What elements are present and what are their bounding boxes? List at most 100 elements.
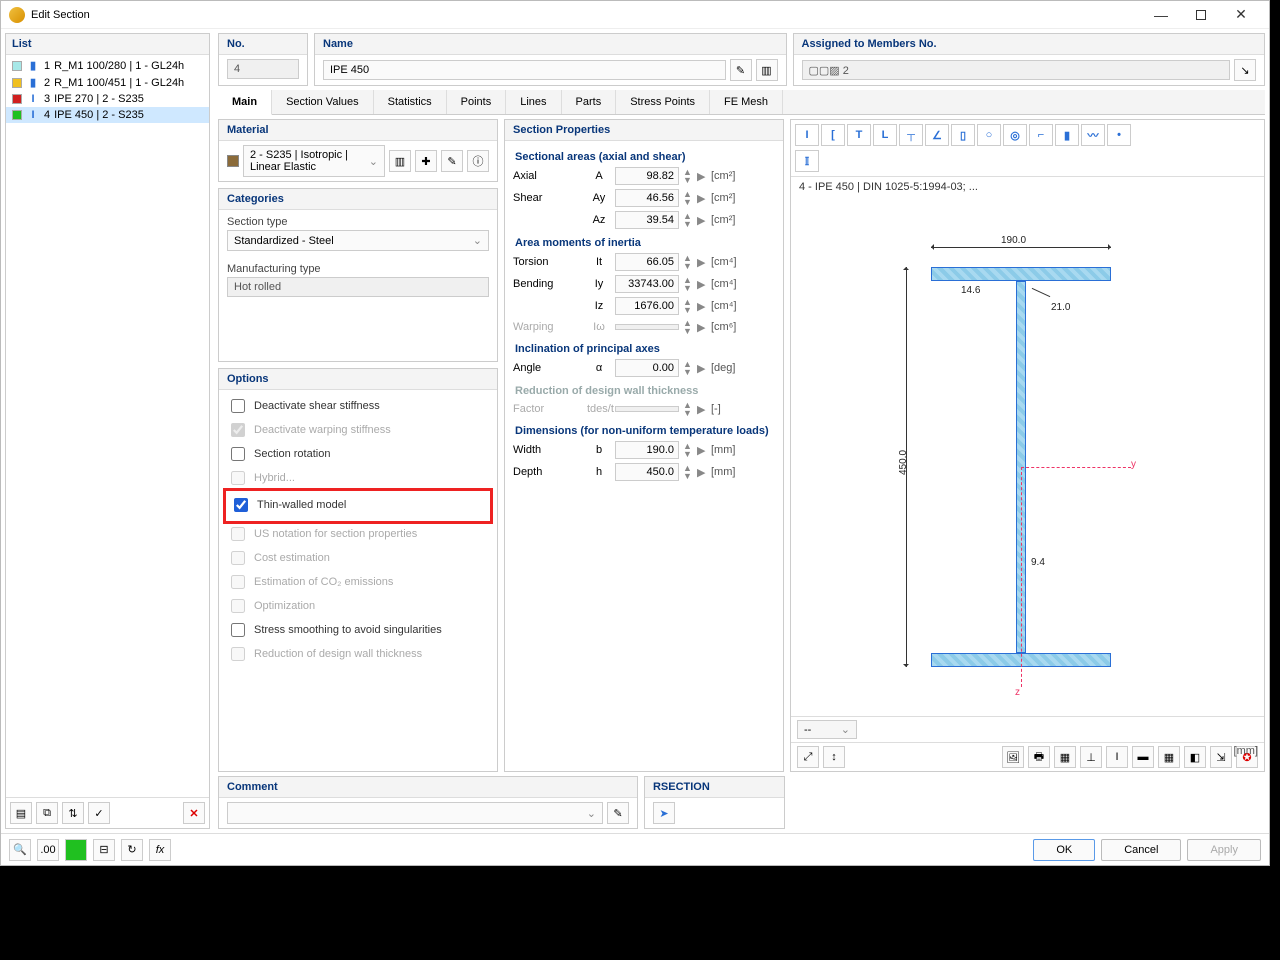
prop-group-title: Inclination of principal axes [513,337,775,357]
name-label: Name [315,34,786,55]
viewer-mode-select[interactable]: --⌄ [797,720,857,739]
material-info-button[interactable]: ⓘ [467,150,489,172]
shape-angle-icon[interactable]: ∠ [925,124,949,146]
viewer-print-button[interactable]: 🖶 [1028,746,1050,768]
pick-members-button[interactable]: ↘ [1234,59,1256,81]
library-button[interactable]: ▥ [756,59,778,81]
comment-edit-button[interactable]: ✎ [607,802,629,824]
viewer-shape-button[interactable]: I [1106,746,1128,768]
delete-item-button[interactable]: ✕ [183,802,205,824]
sort-check-button[interactable]: ✓ [88,802,110,824]
section-type-select[interactable]: Standardized - Steel⌄ [227,230,489,251]
tab-statistics[interactable]: Statistics [374,90,447,114]
shape-wave-icon[interactable]: 〰 [1081,124,1105,146]
shape-t-icon[interactable]: T [847,124,871,146]
ok-button[interactable]: OK [1033,839,1095,861]
edit-name-button[interactable]: ✎ [730,59,752,81]
viewer-img-button[interactable]: 🖼 [1002,746,1024,768]
maximize-button[interactable] [1196,10,1206,20]
name-input[interactable] [323,60,726,80]
viewer-color-button[interactable]: ◧ [1184,746,1206,768]
tab-points[interactable]: Points [447,90,507,114]
tabs[interactable]: MainSection ValuesStatisticsPointsLinesP… [218,90,1265,115]
dim-width-arrow [931,247,1111,248]
material-select[interactable]: 2 - S235 | Isotropic | Linear Elastic⌄ [243,145,385,177]
material-new-button[interactable]: ✚ [415,150,437,172]
material-lib-button[interactable]: ▥ [389,150,411,172]
no-input[interactable] [227,59,299,79]
shape-z-icon[interactable]: ⌐ [1029,124,1053,146]
dim-tw: 9.4 [1031,557,1045,568]
viewer-mesh-button[interactable]: ▦ [1158,746,1180,768]
viewer-pan-button[interactable]: ↕ [823,746,845,768]
search-button[interactable]: 🔍 [9,839,31,861]
dim-width: 190.0 [1001,235,1026,246]
minimize-button[interactable] [1141,7,1181,23]
assigned-input[interactable] [802,60,1231,80]
units-button[interactable]: .00 [37,839,59,861]
tab-parts[interactable]: Parts [562,90,617,114]
copy-item-button[interactable]: ⧉ [36,802,58,824]
shape-dot-icon[interactable]: • [1107,124,1131,146]
dim-tf: 14.6 [961,285,980,296]
shape-rect-icon[interactable]: ▯ [951,124,975,146]
refresh-button[interactable]: ↻ [121,839,143,861]
tab-fe-mesh[interactable]: FE Mesh [710,90,783,114]
categories-header: Categories [219,189,497,210]
list-item[interactable]: ▮2R_M1 100/451 | 1 - GL24h [6,74,209,91]
tree-button[interactable]: ⊟ [93,839,115,861]
option-deactivate-shear-stiffness[interactable]: Deactivate shear stiffness [227,394,489,418]
prop-row: Depth h 450.0 ▲▼▶ [mm] [513,461,775,483]
material-edit-button[interactable]: ✎ [441,150,463,172]
prop-row: Width b 190.0 ▲▼▶ [mm] [513,439,775,461]
section-canvas[interactable]: 190.0 450.0 14.6 21.0 9.4 [791,197,1264,716]
cancel-button[interactable]: Cancel [1101,839,1181,861]
dim-r: 21.0 [1051,302,1070,313]
options-header: Options [219,369,497,390]
viewer-zoom-button[interactable]: ⤢ [797,746,819,768]
mfg-type-value: Hot rolled [227,277,489,297]
prop-row: Warping Iω ▲▼▶ [cm⁶] [513,317,775,337]
fx-button[interactable]: fx [149,839,171,861]
dim-height: 450.0 [898,450,909,475]
viewer-export-button[interactable]: ⇲ [1210,746,1232,768]
option-reduction-of-design-wall-thickness: Reduction of design wall thickness [227,642,489,666]
section-list[interactable]: ▮1R_M1 100/280 | 1 - GL24h▮2R_M1 100/451… [6,55,209,797]
prop-row: Az 39.54 ▲▼▶ [cm²] [513,209,775,231]
shape-double-icon[interactable]: ▮ [1055,124,1079,146]
viewer-unit: [mm] [1234,745,1258,757]
viewer-grid-button[interactable]: ▦ [1054,746,1076,768]
shape-custom-icon[interactable]: 𝕀 [795,150,819,172]
tab-lines[interactable]: Lines [506,90,561,114]
shape-circle-icon[interactable]: ○ [977,124,1001,146]
option-deactivate-warping-stiffness: Deactivate warping stiffness [227,418,489,442]
tab-section-values[interactable]: Section Values [272,90,374,114]
option-stress-smoothing-to-avoid-singularities[interactable]: Stress smoothing to avoid singularities [227,618,489,642]
tab-main[interactable]: Main [218,90,272,115]
material-header: Material [219,120,497,141]
tab-stress-points[interactable]: Stress Points [616,90,710,114]
close-button[interactable] [1221,6,1261,23]
props-header: Section Properties [505,120,783,141]
option-section-rotation[interactable]: Section rotation [227,442,489,466]
window-title: Edit Section [31,9,90,21]
shape-i-icon[interactable]: I [795,124,819,146]
list-item[interactable]: ▮1R_M1 100/280 | 1 - GL24h [6,57,209,74]
list-item[interactable]: I3IPE 270 | 2 - S235 [6,91,209,107]
viewer-axis-button[interactable]: ⊥ [1080,746,1102,768]
option-thin-walled-model[interactable]: Thin-walled model [230,493,486,517]
new-item-button[interactable]: ▤ [10,802,32,824]
rsection-open-button[interactable]: ➤ [653,802,675,824]
viewer-fill-button[interactable]: ▬ [1132,746,1154,768]
mfg-type-label: Manufacturing type [227,261,489,277]
shape-l-icon[interactable]: L [873,124,897,146]
list-item[interactable]: I4IPE 450 | 2 - S235 [6,107,209,123]
shape-tshort-icon[interactable]: ┬ [899,124,923,146]
apply-button[interactable]: Apply [1187,839,1261,861]
shape-c-icon[interactable]: [ [821,124,845,146]
sort-asc-button[interactable]: ⇅ [62,802,84,824]
comment-input[interactable]: ⌄ [227,802,603,824]
shape-ring-icon[interactable]: ◎ [1003,124,1027,146]
axis-y [1021,467,1131,468]
color-button[interactable] [65,839,87,861]
